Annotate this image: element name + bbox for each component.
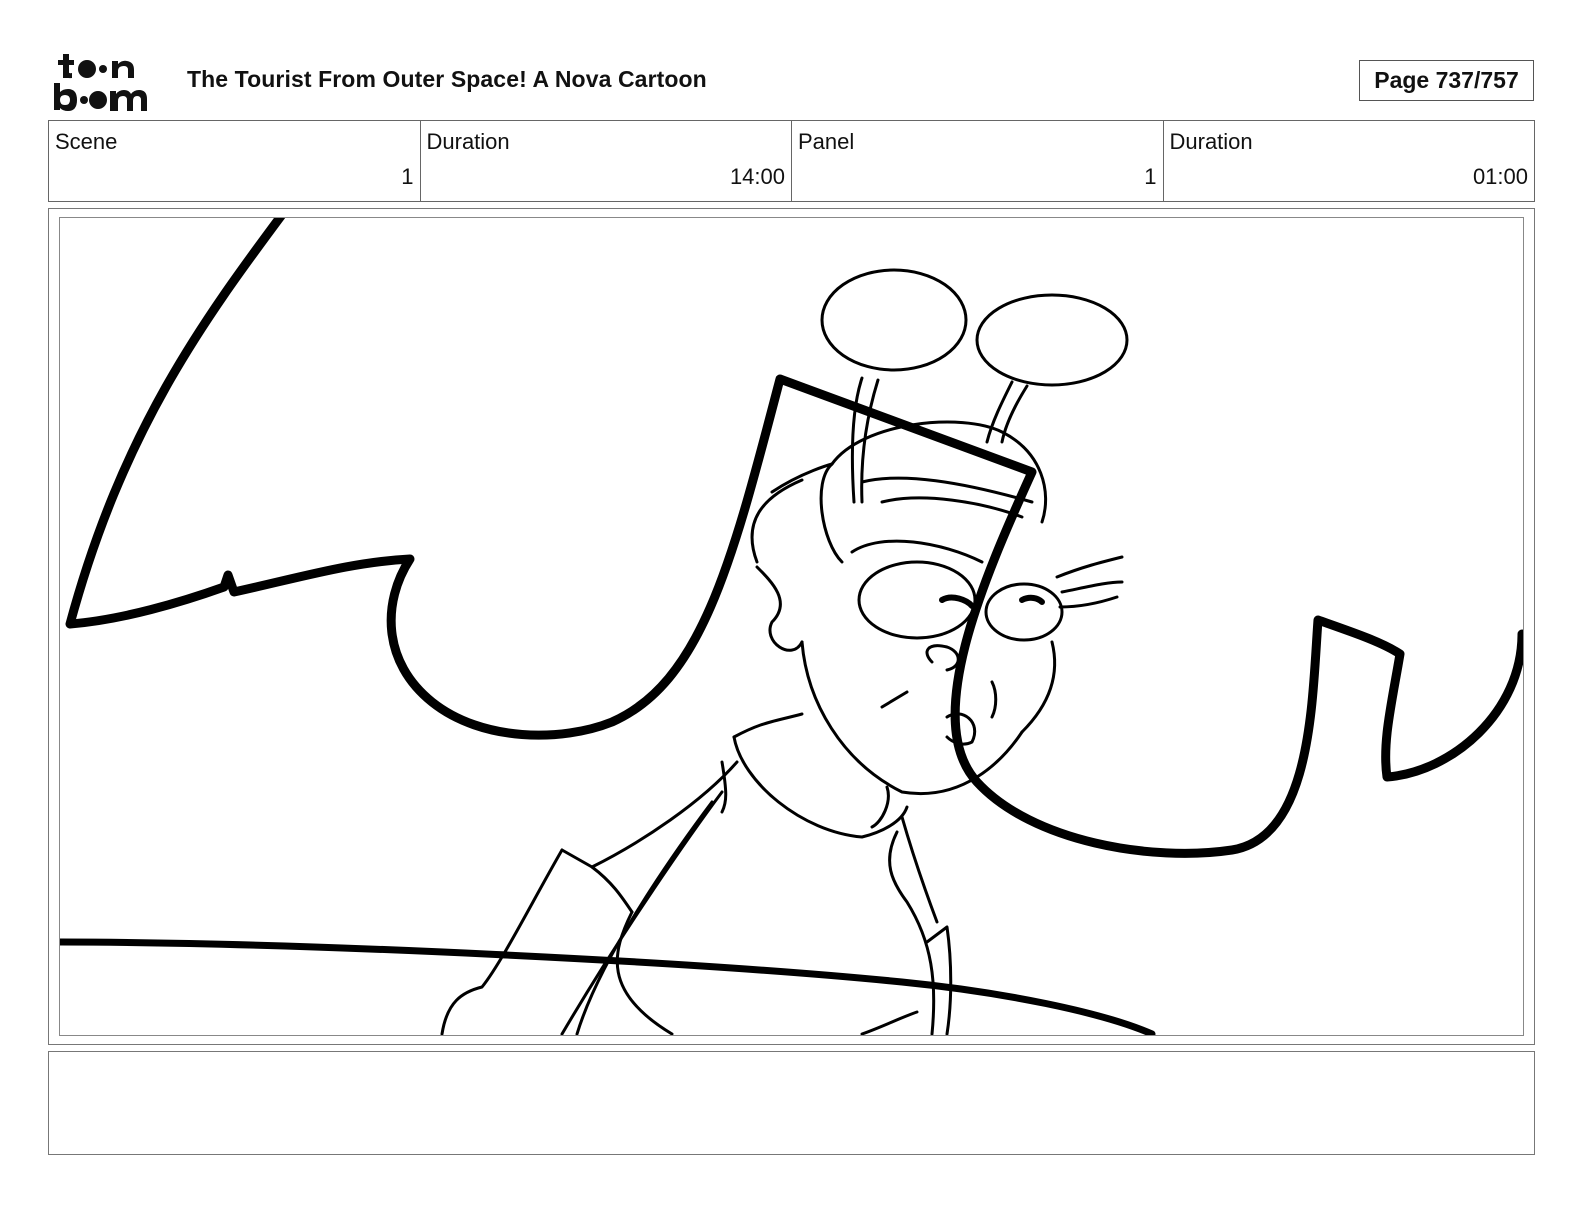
panel-notes-box [48,1051,1535,1155]
scene-label: Scene [55,129,118,154]
scene-duration-label: Duration [426,129,510,154]
panel-label: Panel [798,129,855,154]
table-edge-stroke [60,938,1156,1035]
storyboard-panel-image [59,217,1524,1036]
panel-duration-cell: Duration 01:00 [1164,121,1535,201]
panel-frame [48,208,1535,1045]
scene-value: 1 [401,164,414,189]
panel-duration-value: 01:00 [1472,164,1528,189]
panel-cell: Panel 1 [792,121,1164,201]
scene-duration-value: 14:00 [729,164,785,189]
scene-duration-cell: Duration 14:00 [421,121,792,201]
page-number: Page 737/757 [1359,60,1534,101]
document-title: The Tourist From Outer Space! A Nova Car… [187,66,707,92]
toon-boom-logo [52,52,164,112]
scene-info-table: Scene 1 Duration 14:00 Panel 1 Duration … [48,120,1535,202]
panel-duration-label: Duration [1169,129,1253,154]
panel-value: 1 [1144,164,1157,189]
background-shape-stroke [65,218,1523,858]
scene-cell: Scene 1 [49,121,421,201]
